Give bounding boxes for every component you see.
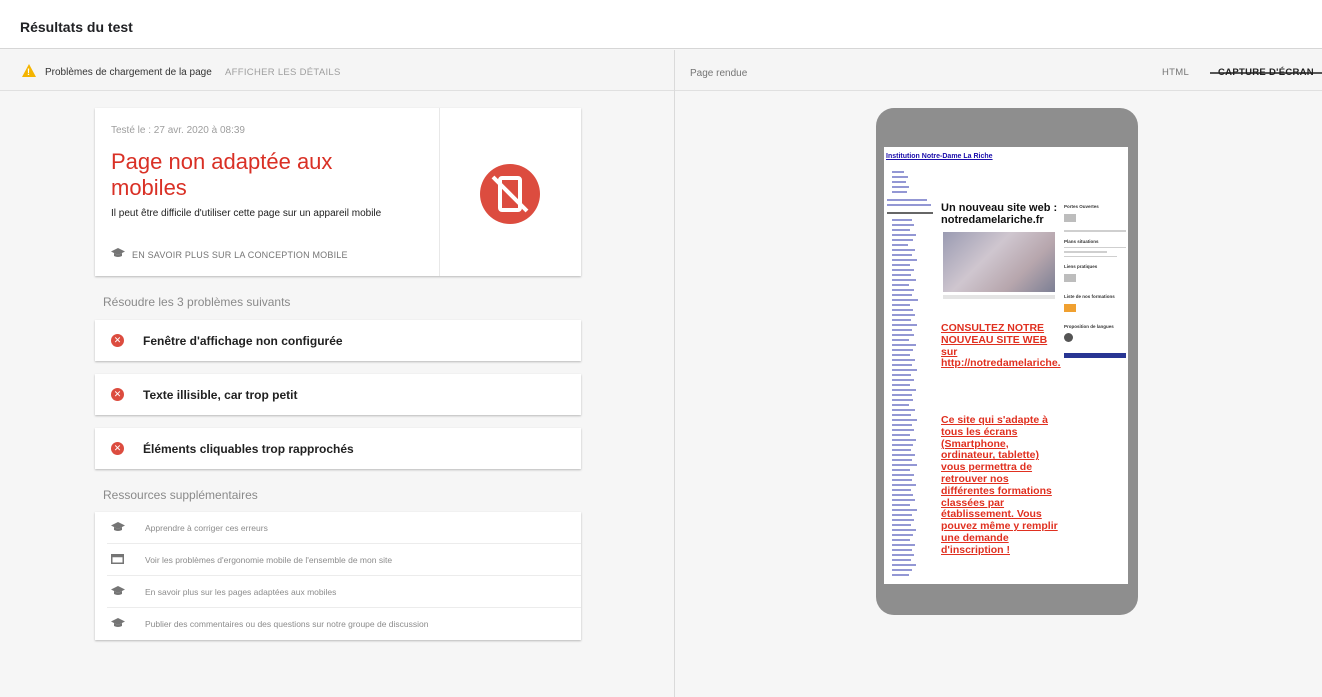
resource-label: Voir les problèmes d'ergonomie mobile de… [145,555,393,565]
tab-screenshot[interactable]: CAPTURE D'ÉCRAN [1210,50,1322,78]
site-photo [943,232,1055,292]
graduation-cap-icon [111,586,125,595]
not-mobile-friendly-icon [480,164,540,224]
load-issue-bar: ! Problèmes de chargement de la page AFF… [0,50,674,91]
graduation-cap-icon [111,618,125,627]
site-promo-link: CONSULTEZ NOTRE NOUVEAU SITE WEB sur htt… [941,322,1061,370]
error-icon: ✕ [111,442,124,455]
page-title: Résultats du test [20,19,133,35]
site-promo-text: Ce site qui s'adapte à tous les écrans (… [941,414,1058,556]
sidebar-line [1064,246,1126,248]
error-icon: ✕ [111,334,124,347]
graduation-cap-icon [111,248,125,257]
graduation-cap-icon [111,522,125,531]
problem-label: Fenêtre d'affichage non configurée [143,334,343,348]
rendered-page-label: Page rendue [690,68,748,79]
problem-item[interactable]: ✕ Fenêtre d'affichage non configurée [95,320,581,361]
problems-title: Résoudre les 3 problèmes suivants [103,295,291,309]
panel-divider [674,50,675,697]
problem-label: Éléments cliquables trop rapprochés [143,442,354,456]
verdict-subtext: Il peut être difficile d'utiliser cette … [111,208,382,219]
warning-icon: ! [22,64,36,77]
resource-item[interactable]: En savoir plus sur les pages adaptées au… [95,576,581,608]
problem-label: Texte illisible, car trop petit [143,388,298,402]
problem-item[interactable]: ✕ Texte illisible, car trop petit [95,374,581,415]
site-sidebar: Portes Ouvertes Plans situations Liens p… [1064,197,1126,358]
sidebar-line [1064,251,1108,253]
sidebar-thumb [1064,274,1076,282]
resource-item[interactable]: Apprendre à corriger ces erreurs [95,512,581,544]
tab-html[interactable]: HTML [1162,67,1189,78]
load-issue-text: Problèmes de chargement de la page [45,67,212,78]
resource-item[interactable]: Voir les problèmes d'ergonomie mobile de… [95,544,581,576]
sidebar-heading: Plans situations [1064,238,1099,244]
resource-item[interactable]: Publier des commentaires ou des question… [95,608,581,640]
site-headline: Un nouveau site web : notredamelariche.f… [941,202,1058,226]
problem-item[interactable]: ✕ Éléments cliquables trop rapprochés [95,428,581,469]
error-icon: ✕ [111,388,124,401]
sidebar-heading: Portes Ouvertes [1064,204,1099,209]
verdict-separator [439,108,440,276]
sidebar-heading: Proposition de langues [1064,324,1114,329]
sidebar-thumb [1064,214,1076,222]
rendered-screenshot[interactable]: Institution Notre-Dame La Riche Un nouve… [884,147,1128,584]
sidebar-bar [1064,353,1126,358]
sidebar-line [1064,255,1117,257]
sidebar-thumb [1064,304,1076,312]
resource-label: En savoir plus sur les pages adaptées au… [145,587,337,597]
verdict-card: Testé le : 27 avr. 2020 à 08:39 Page non… [95,108,581,276]
sidebar-heading: Liens pratiques [1064,264,1098,269]
photo-caption [943,295,1055,299]
sidebar-thumb [1064,333,1073,342]
window-icon [111,554,124,564]
resource-label: Publier des commentaires ou des question… [145,619,429,629]
sidebar-heading: Liste de nos formations [1064,294,1115,299]
sidebar-line [1064,230,1126,232]
learn-mobile-design-link[interactable]: EN SAVOIR PLUS SUR LA CONCEPTION MOBILE [132,250,348,260]
resources-card: Apprendre à corriger ces erreurs Voir le… [95,512,581,640]
rendered-page-bar: Page rendue HTML CAPTURE D'ÉCRAN [675,50,1322,91]
resources-title: Ressources supplémentaires [103,488,258,502]
test-date: Testé le : 27 avr. 2020 à 08:39 [111,125,245,136]
resource-label: Apprendre à corriger ces erreurs [145,523,268,533]
site-title: Institution Notre-Dame La Riche [886,153,993,160]
top-header: Résultats du test [0,0,1322,49]
show-details-link[interactable]: AFFICHER LES DÉTAILS [225,67,341,78]
verdict-headline: Page non adaptée aux mobiles [111,149,333,200]
site-menu [886,167,936,582]
